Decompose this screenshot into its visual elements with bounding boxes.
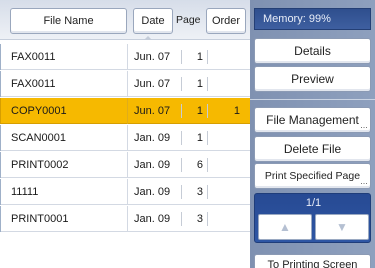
table-row[interactable]: 11111 Jan. 09 3 <box>0 179 250 205</box>
order-cell: 1 <box>233 105 240 117</box>
file-name-cell: FAX0011 <box>0 71 128 97</box>
down-arrow-icon: ▼ <box>336 220 348 234</box>
column-divider <box>181 158 182 172</box>
column-divider <box>181 212 182 226</box>
column-divider <box>207 131 208 145</box>
column-divider <box>207 158 208 172</box>
panel-divider <box>250 99 375 100</box>
table-header: File Name Date Page Order <box>0 0 250 40</box>
delete-file-button[interactable]: Delete File <box>254 136 371 162</box>
order-cell <box>210 76 244 92</box>
column-divider <box>181 77 182 91</box>
page-cell: 1 <box>196 78 203 90</box>
sort-by-date-button[interactable]: Date <box>133 8 173 34</box>
date-cell: Jan. 09 <box>134 159 171 171</box>
column-divider <box>207 185 208 199</box>
print-specified-page-button[interactable]: Print Specified Page … <box>254 163 371 189</box>
sort-direction-icon <box>144 36 152 40</box>
to-printing-screen-button[interactable]: To Printing Screen <box>254 254 371 268</box>
order-cell <box>210 211 244 227</box>
column-divider <box>207 212 208 226</box>
file-name-cell: FAX0011 <box>0 44 128 70</box>
column-divider <box>181 50 182 64</box>
previous-page-button[interactable]: ▲ <box>258 214 312 240</box>
column-divider <box>207 77 208 91</box>
next-page-button[interactable]: ▼ <box>315 214 369 240</box>
table-row[interactable]: SCAN0001 Jan. 09 1 <box>0 125 250 151</box>
column-divider <box>207 104 208 118</box>
page-cell: 1 <box>196 105 203 117</box>
more-options-icon: … <box>360 177 368 186</box>
order-cell <box>210 184 244 200</box>
table-row[interactable]: PRINT0002 Jan. 09 6 <box>0 152 250 178</box>
page-cell: 1 <box>196 51 203 63</box>
table-row[interactable]: FAX0011 Jun. 07 1 <box>0 71 250 97</box>
order-cell <box>210 130 244 146</box>
date-cell: Jan. 09 <box>134 132 171 144</box>
column-divider <box>181 185 182 199</box>
date-cell: Jun. 07 <box>134 78 171 90</box>
date-cell: Jan. 09 <box>134 186 171 198</box>
file-list-panel: File Name Date Page Order FAX0011 Jun. 07… <box>0 0 250 268</box>
operation-panel: Memory: 99% Details Preview File Managem… <box>250 0 375 268</box>
file-name-cell: COPY0001 <box>0 98 128 124</box>
details-button[interactable]: Details <box>254 38 371 64</box>
page-indicator: 1/1 <box>305 197 322 209</box>
page-cell: 3 <box>196 213 203 225</box>
file-name-cell: SCAN0001 <box>0 125 128 151</box>
page-navigator: 1/1 ▲ ▼ <box>254 193 371 243</box>
page-column-header: Page <box>176 14 201 26</box>
page-cell: 1 <box>196 132 203 144</box>
date-cell: Jan. 09 <box>134 213 171 225</box>
page-cell: 6 <box>196 159 203 171</box>
date-cell: Jun. 07 <box>134 105 171 117</box>
order-cell <box>210 49 244 65</box>
page-cell: 3 <box>196 186 203 198</box>
column-divider <box>181 104 182 118</box>
file-name-cell: PRINT0001 <box>0 206 128 232</box>
column-divider <box>181 131 182 145</box>
date-cell: Jun. 07 <box>134 51 171 63</box>
print-specified-page-label: Print Specified Page <box>264 170 361 182</box>
sort-by-file-name-button[interactable]: File Name <box>10 8 127 34</box>
sort-by-order-button[interactable]: Order <box>206 8 246 34</box>
table-row[interactable]: COPY0001 Jun. 07 1 1 <box>0 98 250 124</box>
column-divider <box>207 50 208 64</box>
table-row[interactable]: PRINT0001 Jan. 09 3 <box>0 206 250 232</box>
more-options-icon: … <box>360 121 368 130</box>
file-management-button[interactable]: File Management … <box>254 107 371 133</box>
preview-button[interactable]: Preview <box>254 66 371 92</box>
file-name-cell: PRINT0002 <box>0 152 128 178</box>
up-arrow-icon: ▲ <box>279 220 291 234</box>
file-management-label: File Management <box>266 113 359 127</box>
file-name-cell: 11111 <box>0 179 128 205</box>
order-cell <box>210 157 244 173</box>
table-row[interactable]: FAX0011 Jun. 07 1 <box>0 44 250 70</box>
memory-indicator: Memory: 99% <box>254 8 371 30</box>
